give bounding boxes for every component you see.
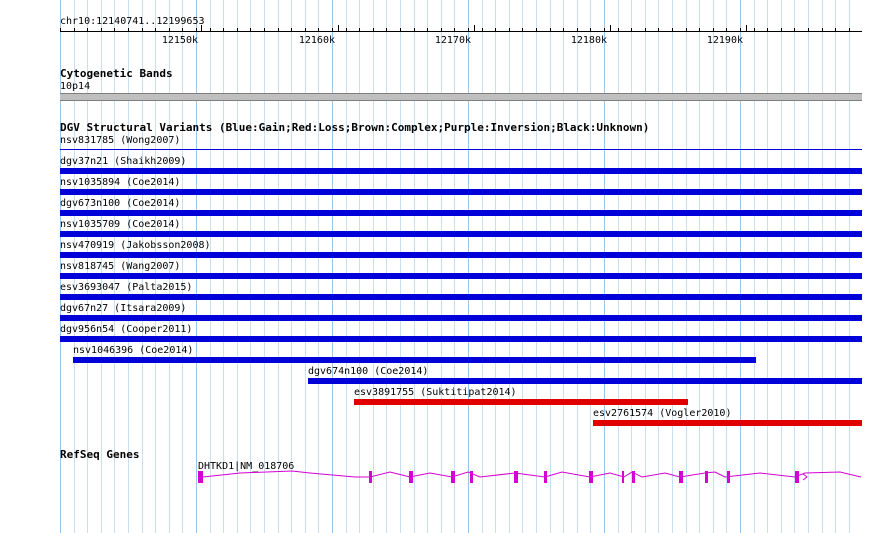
gene-structure-svg [198,470,862,483]
exon-block[interactable] [369,471,372,483]
exon-block[interactable] [679,471,683,483]
exon-block[interactable] [622,471,624,483]
exon-block[interactable] [589,471,593,483]
exon-block[interactable] [198,471,203,483]
exon-block[interactable] [451,471,455,483]
exon-block[interactable] [727,471,730,483]
exon-block[interactable] [705,471,708,483]
exon-block[interactable] [795,471,799,483]
exon-block[interactable] [632,471,635,483]
exon-block[interactable] [409,471,413,483]
exon-block[interactable] [470,471,473,483]
genome-browser-view: chr10:12140741..12199653 12150k 12160k 1… [0,0,890,533]
exon-block[interactable] [514,471,518,483]
strand-arrow-icon [802,473,808,481]
exon-block[interactable] [544,471,547,483]
